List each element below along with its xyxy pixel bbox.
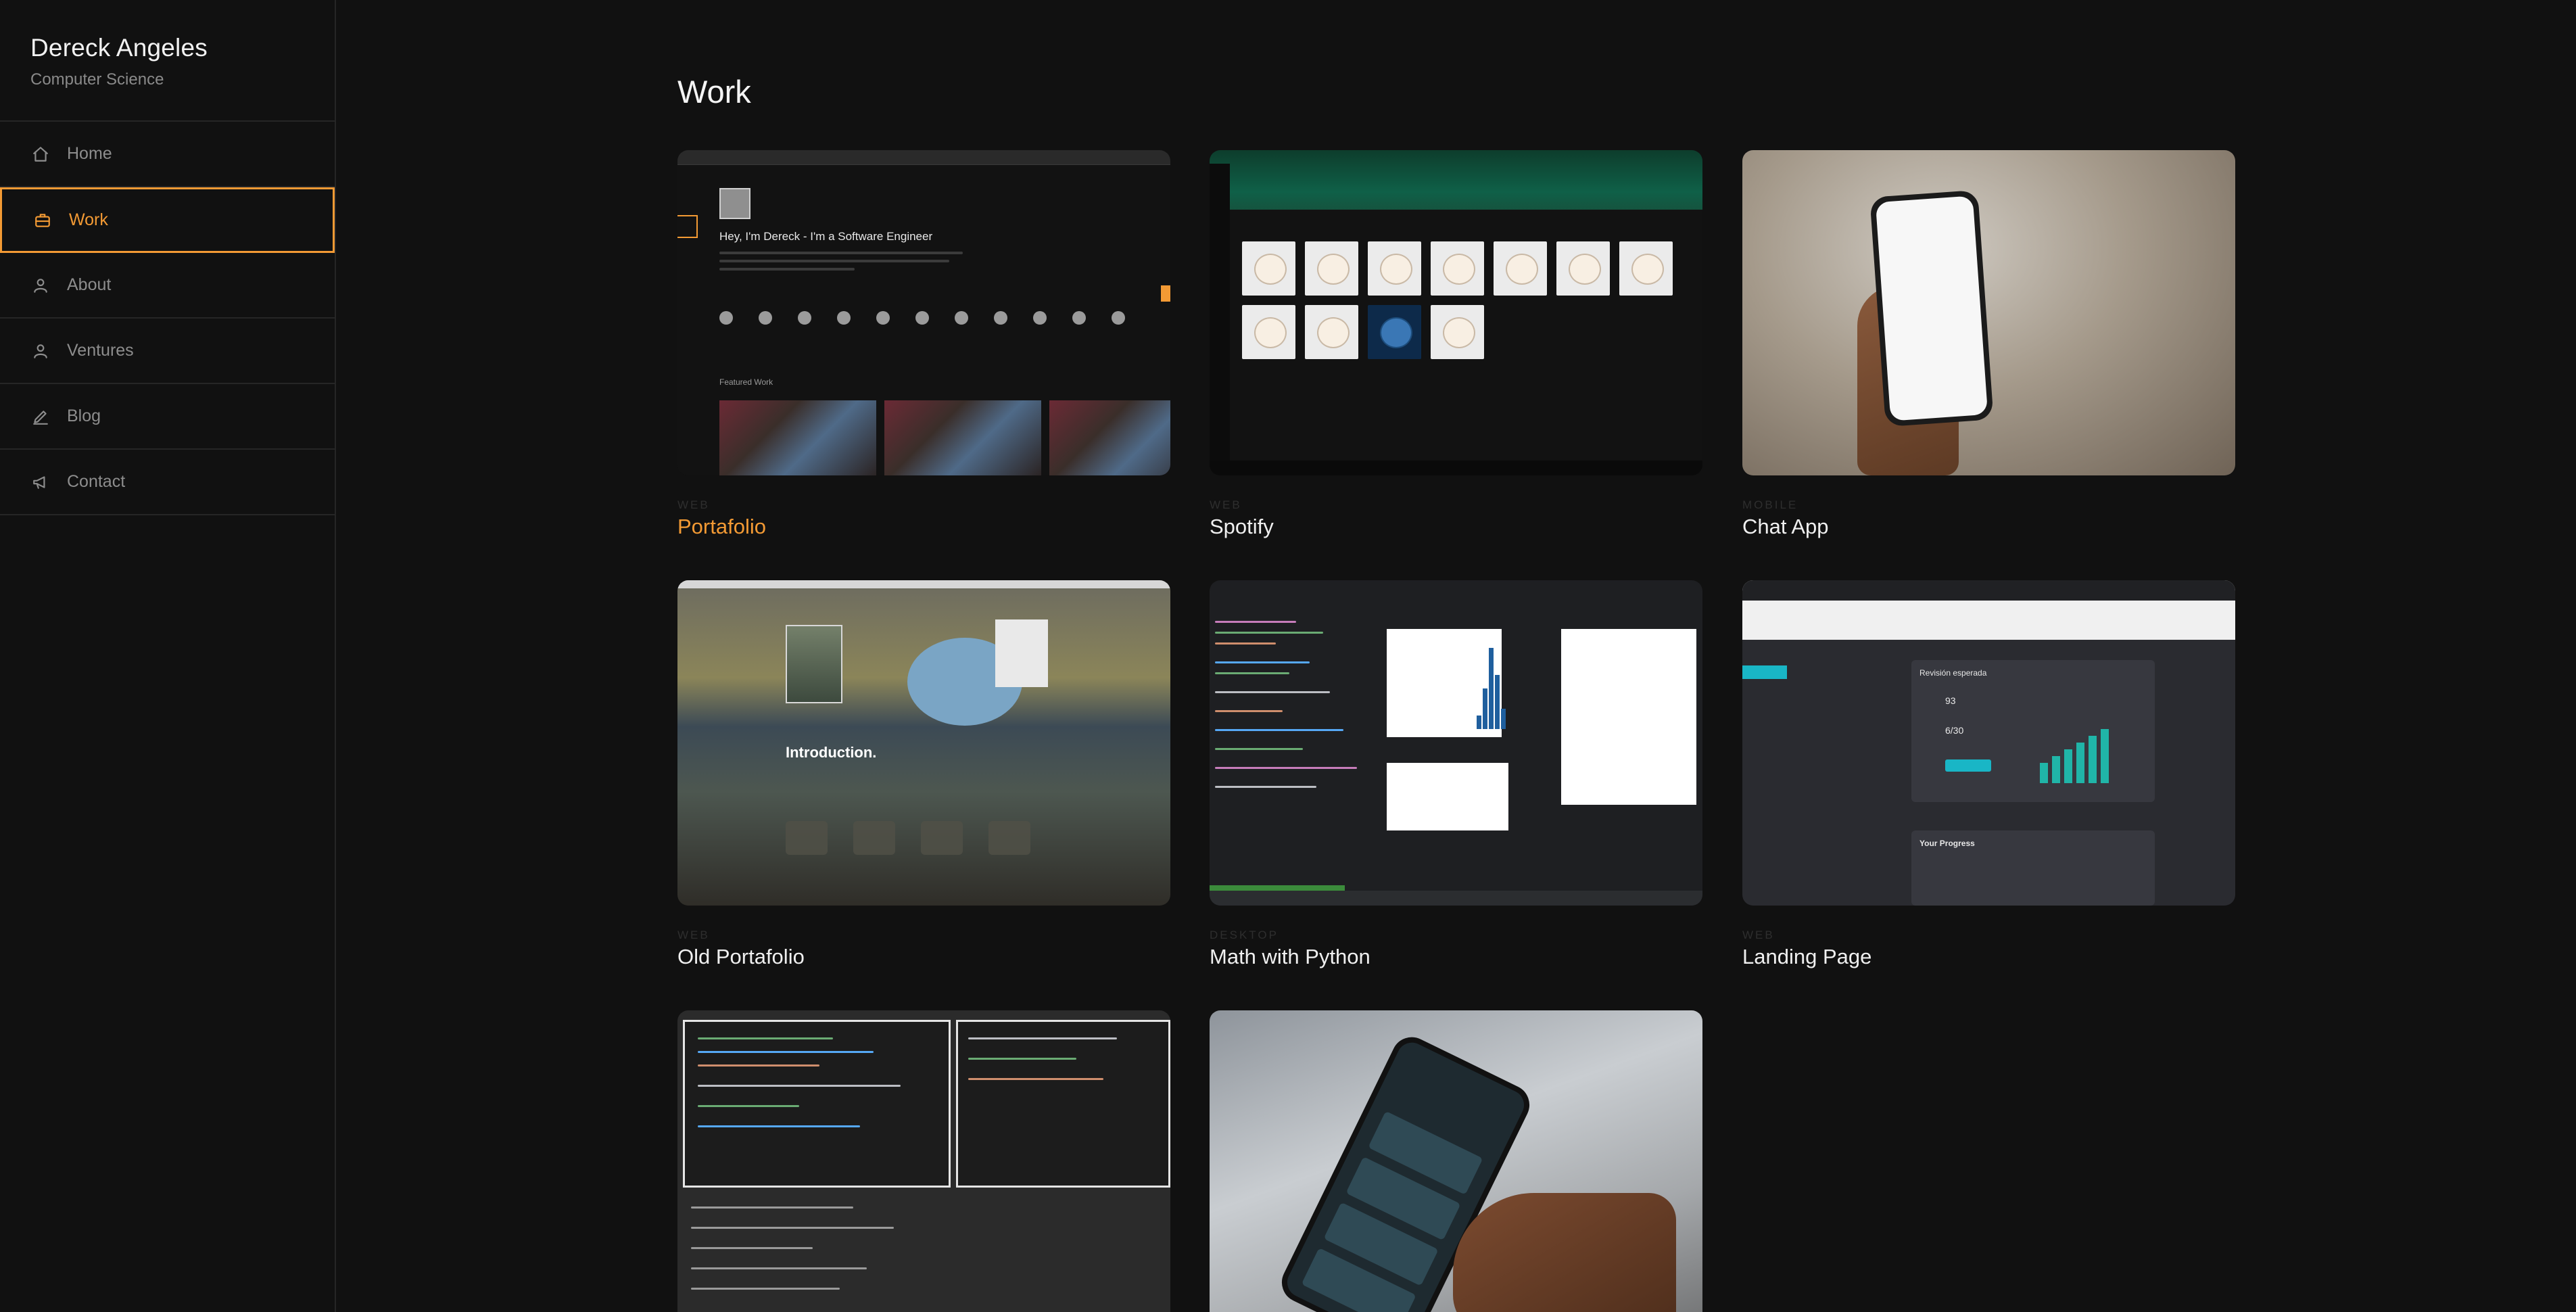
app-sidebar	[1210, 164, 1230, 461]
text-line	[719, 260, 949, 262]
project-title[interactable]: Landing Page	[1742, 945, 2235, 969]
pencil-icon	[31, 407, 50, 426]
home-icon	[31, 145, 50, 164]
taskbar	[1210, 461, 1702, 475]
project-thumbnail[interactable]: Revisión esperada 93 6/30 Your Progress	[1742, 580, 2235, 906]
project-thumbnail[interactable]: Introduction.	[677, 580, 1170, 906]
song-grid	[1242, 241, 1673, 359]
brand: Dereck Angeles Computer Science	[0, 0, 335, 122]
user-icon	[31, 276, 50, 295]
profile-photo	[786, 625, 842, 703]
sidebar-item-label: Contact	[67, 472, 126, 491]
project-category: DESKTOP	[1210, 929, 1279, 941]
browser-bar	[677, 580, 1170, 588]
project-title[interactable]: Chat App	[1742, 515, 2235, 539]
megaphone-icon	[31, 473, 50, 492]
project-thumbnail[interactable]	[1742, 150, 2235, 475]
project-card-terminal	[677, 1010, 1170, 1312]
decorative-frame	[677, 215, 698, 238]
accent-mark	[1161, 285, 1170, 302]
editor-pane	[956, 1020, 1170, 1188]
sidebar-item-label: About	[67, 275, 112, 294]
project-card-math-with-python: DESKTOP Math with Python	[1210, 580, 1702, 969]
project-card-mobile	[1210, 1010, 1702, 1312]
phone-mockup	[1869, 189, 1994, 427]
page-title: Work	[677, 74, 751, 110]
editor-pane	[683, 1020, 951, 1188]
briefcase-icon	[33, 211, 52, 230]
sidebar-item-label: Home	[67, 144, 112, 163]
progress-strip	[1210, 885, 1345, 891]
tab-strip	[1742, 580, 2235, 601]
project-card-portafolio: Hey, I'm Dereck - I'm a Software Enginee…	[677, 150, 1170, 539]
sidebar-item-about[interactable]: About	[0, 253, 335, 319]
score-value: 93	[1945, 695, 1956, 706]
text-line	[719, 268, 855, 271]
sidebar-item-blog[interactable]: Blog	[0, 384, 335, 450]
sidebar-item-ventures[interactable]: Ventures	[0, 319, 335, 384]
brand-name[interactable]: Dereck Angeles	[30, 34, 335, 62]
sidebar-item-label: Ventures	[67, 341, 134, 360]
sidebar-item-contact[interactable]: Contact	[0, 450, 335, 515]
thumbnail-section-label: Featured Work	[719, 377, 773, 387]
avatar	[719, 188, 750, 219]
project-card-chat-app: MOBILE Chat App	[1742, 150, 2235, 539]
ratio-value: 6/30	[1945, 725, 1964, 736]
sidebar-item-home[interactable]: Home	[0, 122, 335, 187]
project-category: WEB	[677, 929, 710, 941]
header-gradient	[1210, 150, 1702, 210]
brand-subtitle: Computer Science	[30, 70, 164, 89]
project-thumbnail[interactable]	[1210, 1010, 1702, 1312]
hand-image	[1453, 1193, 1676, 1312]
bar-chart-preview	[2040, 722, 2109, 783]
project-card-spotify: WEB Spotify	[1210, 150, 1702, 539]
project-category: WEB	[1742, 929, 1775, 941]
project-card-old-portafolio: Introduction. WEB Old Portafolio	[677, 580, 1170, 969]
tech-icons	[719, 311, 1125, 325]
project-card-landing-page: Revisión esperada 93 6/30 Your Progress …	[1742, 580, 2235, 969]
thumbnail-heading: Introduction.	[786, 744, 877, 761]
project-title[interactable]: Portafolio	[677, 515, 1170, 539]
panel-heading: Revisión esperada	[1919, 668, 1987, 678]
accent-tab	[1742, 665, 1787, 679]
project-thumbnail[interactable]: Hey, I'm Dereck - I'm a Software Enginee…	[677, 150, 1170, 475]
project-thumbnail[interactable]	[1210, 580, 1702, 906]
project-category: WEB	[677, 498, 710, 511]
app-root: Dereck Angeles Computer Science Home Wor…	[0, 0, 2576, 1312]
skill-cards	[786, 821, 1030, 855]
project-title[interactable]: Old Portafolio	[677, 945, 1170, 969]
browser-bar	[677, 150, 1170, 165]
featured-shots	[719, 400, 1170, 475]
status-bar	[1210, 891, 1702, 906]
document-preview	[995, 619, 1048, 687]
cta-button	[1945, 759, 1991, 772]
histogram-preview	[1477, 634, 1506, 729]
text-line	[719, 252, 963, 254]
project-category: MOBILE	[1742, 498, 1798, 511]
sidebar-item-work[interactable]: Work	[0, 187, 335, 253]
main-content: Work Hey, I'm Dereck - I'm a Software En…	[336, 0, 2576, 1312]
thumbnail-headline: Hey, I'm Dereck - I'm a Software Enginee…	[719, 230, 933, 243]
project-thumbnail[interactable]	[677, 1010, 1170, 1312]
spiral-plot-panel	[1561, 629, 1696, 805]
sidebar-item-label: Work	[69, 210, 108, 229]
project-title[interactable]: Spotify	[1210, 515, 1702, 539]
user-icon	[31, 342, 50, 360]
panel-heading: Your Progress	[1919, 839, 1975, 848]
project-title[interactable]: Math with Python	[1210, 945, 1702, 969]
project-category: WEB	[1210, 498, 1242, 511]
sidebar-item-label: Blog	[67, 406, 101, 425]
lines-plot-panel	[1387, 763, 1508, 830]
project-thumbnail[interactable]	[1210, 150, 1702, 475]
sidebar: Dereck Angeles Computer Science Home Wor…	[0, 0, 336, 1312]
code-editor	[1210, 607, 1372, 885]
